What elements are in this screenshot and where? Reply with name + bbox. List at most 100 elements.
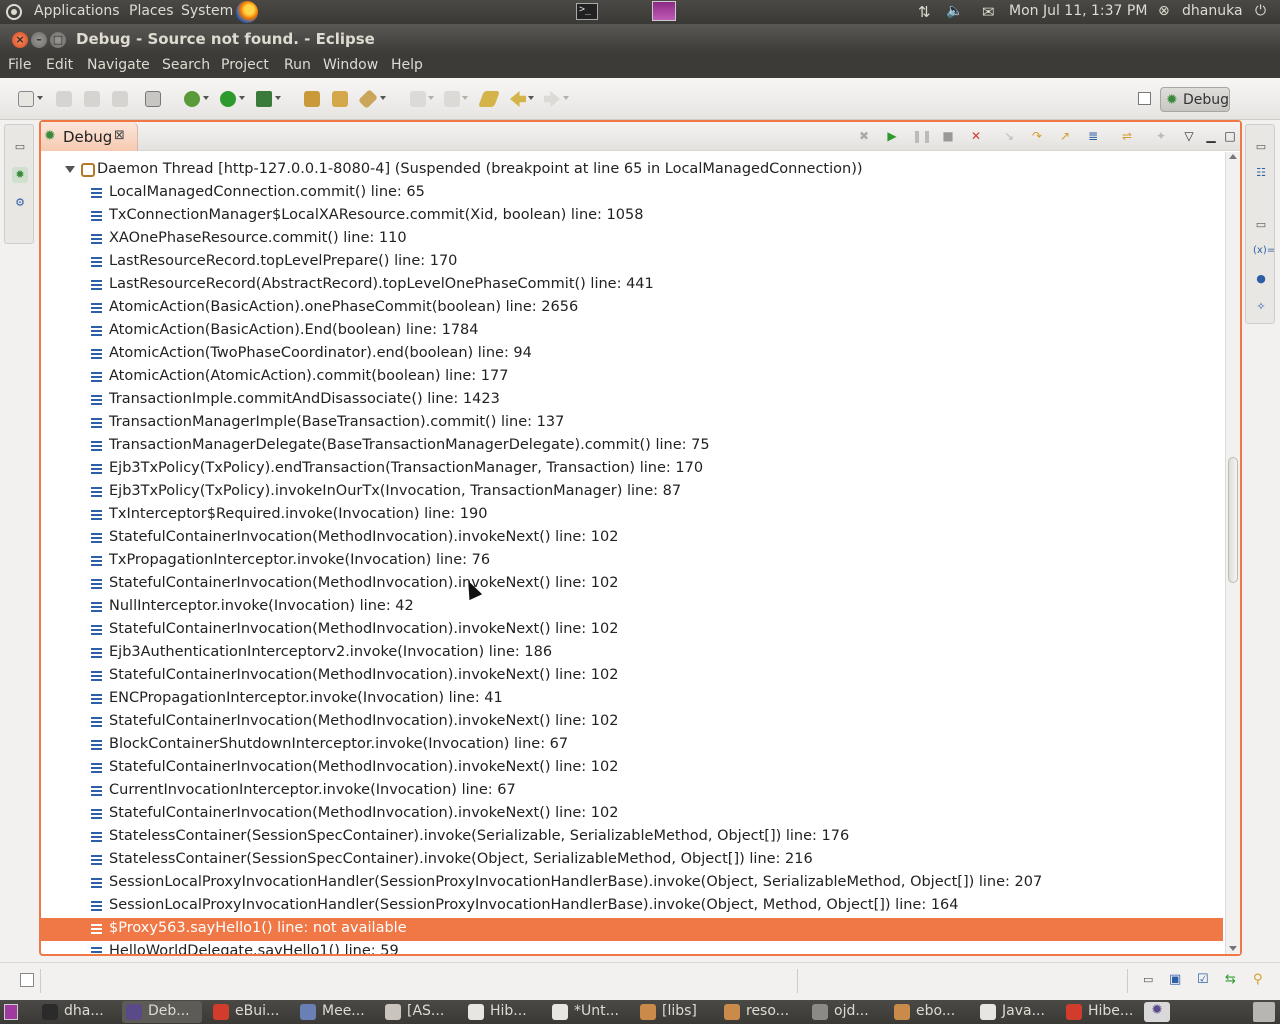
stack-frame-row[interactable]: LastResourceRecord.topLevelPrepare() lin… xyxy=(41,251,1223,274)
view-menu-icon[interactable]: ▽ xyxy=(1181,128,1197,144)
firefox-icon[interactable] xyxy=(236,1,258,23)
stack-frame-row[interactable]: TxInterceptor$Required.invoke(Invocation… xyxy=(41,504,1223,527)
taskbar-button[interactable]: reso... xyxy=(720,1001,800,1023)
breakpoints-view-icon[interactable]: ● xyxy=(1253,271,1269,287)
open-folder-icon[interactable] xyxy=(332,91,348,107)
taskbar-button[interactable]: Java... xyxy=(976,1001,1056,1023)
menu-help[interactable]: Help xyxy=(391,57,423,73)
debug-run-icon[interactable] xyxy=(184,91,200,107)
disconnect-icon[interactable]: ✕ xyxy=(968,128,984,144)
trash-icon[interactable] xyxy=(1253,1002,1275,1022)
external-tools-dropdown-icon[interactable] xyxy=(275,96,281,100)
minimize-view-icon[interactable]: ▁ xyxy=(1203,128,1219,144)
stack-frame-row[interactable]: StatefulContainerInvocation(MethodInvoca… xyxy=(41,711,1223,734)
open-perspective-icon[interactable] xyxy=(1138,92,1151,105)
stack-frame-row[interactable]: HelloWorldDelegate.sayHello1() line: 59 xyxy=(41,941,1223,954)
restore-right-2-icon[interactable]: ▭ xyxy=(1253,217,1269,233)
stack-frame-row[interactable]: StatefulContainerInvocation(MethodInvoca… xyxy=(41,803,1223,826)
tasks-view-icon[interactable]: ☑ xyxy=(1197,972,1209,987)
menu-search[interactable]: Search xyxy=(162,57,210,73)
stack-frame-row[interactable]: TxConnectionManager$LocalXAResource.comm… xyxy=(41,205,1223,228)
open-task-icon[interactable] xyxy=(304,91,320,107)
minimize-window-button[interactable]: – xyxy=(31,32,47,48)
stack-frame-row[interactable]: AtomicAction(AtomicAction).commit(boolea… xyxy=(41,366,1223,389)
scroll-up-icon[interactable] xyxy=(1229,154,1237,159)
taskbar-button[interactable]: ojd... xyxy=(808,1001,888,1023)
taskbar-button[interactable]: dha... xyxy=(38,1001,118,1023)
stack-frame-row[interactable]: StatefulContainerInvocation(MethodInvoca… xyxy=(41,665,1223,688)
taskbar-button[interactable]: *Unt... xyxy=(548,1001,628,1023)
tab-debug[interactable]: ✹ Debug ⊠ xyxy=(41,122,138,151)
close-window-button[interactable]: × xyxy=(12,32,28,48)
ubuntu-logo-icon[interactable] xyxy=(6,4,22,20)
resume-icon[interactable]: ▶ xyxy=(884,128,900,144)
user-status-icon[interactable]: ⊗ xyxy=(1158,3,1170,19)
taskbar-button[interactable]: eBui... xyxy=(209,1001,289,1023)
stack-frame-row[interactable]: LastResourceRecord(AbstractRecord).topLe… xyxy=(41,274,1223,297)
power-icon[interactable]: ⏻ xyxy=(1255,3,1266,19)
menu-file[interactable]: File xyxy=(8,57,31,73)
back-dropdown-icon[interactable] xyxy=(528,96,534,100)
scrollbar-thumb[interactable] xyxy=(1228,457,1238,583)
stack-frame-row[interactable]: Ejb3TxPolicy(TxPolicy).invokeInOurTx(Inv… xyxy=(41,481,1223,504)
clock[interactable]: Mon Jul 11, 1:37 PM xyxy=(1009,3,1147,19)
system-menu[interactable]: System xyxy=(181,3,233,19)
maximize-window-button[interactable]: □ xyxy=(50,32,66,48)
stack-frame-row[interactable]: AtomicAction(BasicAction).End(boolean) l… xyxy=(41,320,1223,343)
stack-frame-row[interactable]: AtomicAction(TwoPhaseCoordinator).end(bo… xyxy=(41,343,1223,366)
last-edit-location-icon[interactable] xyxy=(478,91,500,107)
terminal-launcher-icon[interactable]: >_ xyxy=(576,3,598,20)
stack-frame-row[interactable]: XAOnePhaseResource.commit() line: 110 xyxy=(41,228,1223,251)
vertical-scrollbar[interactable] xyxy=(1225,152,1240,954)
menu-navigate[interactable]: Navigate xyxy=(87,57,150,73)
menu-run[interactable]: Run xyxy=(284,57,311,73)
taskbar-button[interactable]: ebo... xyxy=(890,1001,970,1023)
servers-view-trim-icon[interactable]: ⚙ xyxy=(12,195,28,211)
stack-frame-row[interactable]: StatefulContainerInvocation(MethodInvoca… xyxy=(41,573,1223,596)
taskbar-button[interactable]: Deb... xyxy=(122,1001,202,1023)
use-step-filters-icon[interactable]: ⇌ xyxy=(1119,128,1135,144)
stack-frame-row[interactable]: StatelessContainer(SessionSpecContainer)… xyxy=(41,849,1223,872)
show-desktop-icon[interactable] xyxy=(4,1004,18,1020)
close-tab-icon[interactable]: ⊠ xyxy=(114,128,125,143)
open-type-icon[interactable] xyxy=(145,91,161,107)
stack-frame-row[interactable]: StatefulContainerInvocation(MethodInvoca… xyxy=(41,527,1223,550)
network-icon[interactable]: ⇅ xyxy=(918,3,931,21)
stack-frame-row[interactable]: SessionLocalProxyInvocationHandler(Sessi… xyxy=(41,895,1223,918)
step-over-icon[interactable]: ↷ xyxy=(1029,128,1045,144)
console-view-icon[interactable]: ▣ xyxy=(1169,972,1181,987)
back-icon[interactable] xyxy=(510,91,526,107)
stack-frame-row[interactable]: StatefulContainerInvocation(MethodInvoca… xyxy=(41,757,1223,780)
stack-frame-row[interactable]: Ejb3TxPolicy(TxPolicy).endTransaction(Tr… xyxy=(41,458,1223,481)
taskbar-button[interactable]: [libs] xyxy=(636,1001,716,1023)
stack-frame-row[interactable]: StatelessContainer(SessionSpecContainer)… xyxy=(41,826,1223,849)
stack-frame-row[interactable]: LocalManagedConnection.commit() line: 65 xyxy=(41,182,1223,205)
debug-tree[interactable]: Daemon Thread [http-127.0.0.1-8080-4] (S… xyxy=(41,152,1223,954)
servers-bottom-icon[interactable]: ⇆ xyxy=(1225,972,1236,987)
step-return-icon[interactable]: ↗ xyxy=(1057,128,1073,144)
stack-frame-row[interactable]: NullInterceptor.invoke(Invocation) line:… xyxy=(41,596,1223,619)
outline-view-icon[interactable]: ☷ xyxy=(1253,165,1269,181)
debug-perspective-button[interactable]: ✹ Debug xyxy=(1160,87,1230,112)
mail-icon[interactable]: ✉ xyxy=(982,3,995,21)
run-dropdown-icon[interactable] xyxy=(239,96,245,100)
stack-frame-row[interactable]: TransactionManagerDelegate(BaseTransacti… xyxy=(41,435,1223,458)
thread-node[interactable]: Daemon Thread [http-127.0.0.1-8080-4] (S… xyxy=(41,159,1223,182)
new-icon[interactable] xyxy=(18,91,34,107)
applications-menu[interactable]: Applications xyxy=(34,3,120,19)
window-title-bar[interactable]: × – □ Debug - Source not found. - Eclips… xyxy=(0,24,1280,54)
stack-frame-row[interactable]: Ejb3AuthenticationInterceptorv2.invoke(I… xyxy=(41,642,1223,665)
fast-view-icon[interactable] xyxy=(20,973,34,987)
maximize-view-icon[interactable]: □ xyxy=(1222,128,1238,144)
scroll-down-icon[interactable] xyxy=(1229,946,1237,951)
menu-window[interactable]: Window xyxy=(323,57,378,73)
stack-frame-row[interactable]: SessionLocalProxyInvocationHandler(Sessi… xyxy=(41,872,1223,895)
menu-project[interactable]: Project xyxy=(221,57,269,73)
restore-bottom-icon[interactable]: ▭ xyxy=(1143,973,1153,986)
taskbar-button[interactable]: Hib... xyxy=(464,1001,544,1023)
new-dropdown-icon[interactable] xyxy=(37,96,43,100)
user-name[interactable]: dhanuka xyxy=(1182,3,1243,19)
restore-right-icon[interactable]: ▭ xyxy=(1253,139,1269,155)
volume-icon[interactable]: 🔈 xyxy=(946,3,963,19)
drop-to-frame-icon[interactable]: ≣ xyxy=(1085,128,1101,144)
